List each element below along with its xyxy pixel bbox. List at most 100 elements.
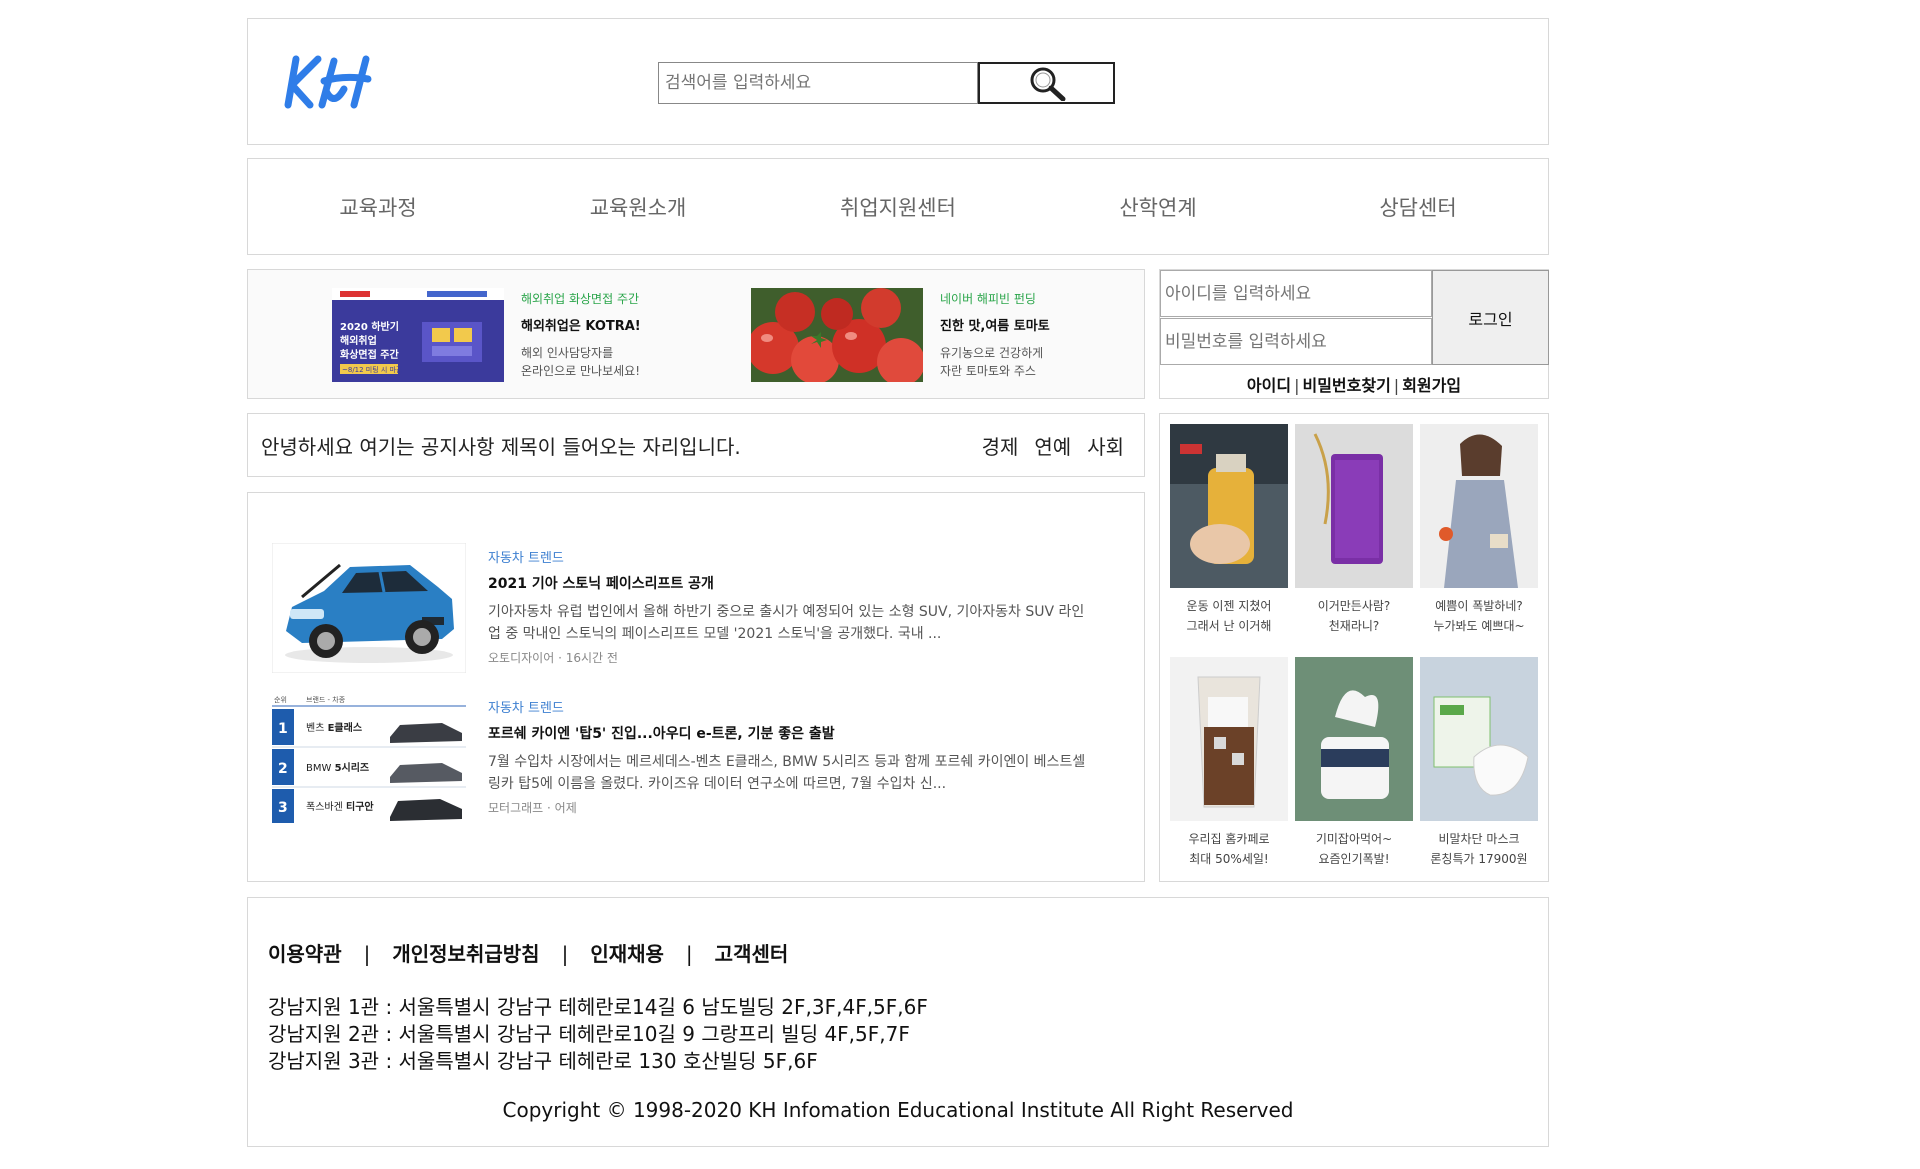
ranking-model: E클래스 <box>328 721 362 734</box>
banner-kotra[interactable]: 2020 하반기 해외취업 화상면접 주간 ~8/12 미팅 시 마감 해외취업… <box>332 288 641 382</box>
nav-item-courses[interactable]: 교육과정 <box>248 192 508 222</box>
face-mask-image <box>1420 657 1538 821</box>
svg-text:BMW 5시리즈: BMW 5시리즈 <box>306 761 369 774</box>
banner-desc: 해외 인사담당자를 온라인으로 만나보세요! <box>521 346 641 378</box>
shop-item[interactable]: 예쁨이 폭발하네? 누가봐도 예쁘대~ <box>1420 424 1538 636</box>
article-title[interactable]: 포르쉐 카이엔 '탑5' 진입...아우디 e-트론, 기분 좋은 출발 <box>488 723 1088 743</box>
ranking-number: 3 <box>278 800 288 816</box>
main-nav: 교육과정 교육원소개 취업지원센터 산학연계 상담센터 <box>247 158 1549 255</box>
article-title[interactable]: 2021 기아 스토닉 페이스리프트 공개 <box>488 573 1088 593</box>
shop-caption: 운동 이젠 지쳤어 그래서 난 이거해 <box>1186 599 1272 633</box>
search-icon <box>1030 67 1065 101</box>
notice-categories: 경제 연예 사회 <box>982 431 1124 460</box>
shop-item[interactable]: 이거만든사람? 천재라니? <box>1295 424 1413 636</box>
news-article[interactable]: 순위 브랜드 - 차종 1 벤츠 E클래스 2 BMW 5시리즈 3 폭스바겐 … <box>272 693 1102 823</box>
ranking-brand: 벤츠 <box>306 722 324 734</box>
shopping-panel: 운동 이젠 지쳤어 그래서 난 이거해 이거만든사람? 천재라니? 예쁨이 폭발… <box>1159 413 1549 882</box>
article-summary: 7월 수입차 시장에서는 메르세데스-벤츠 E클래스, BMW 5시리즈 등과 … <box>488 754 1086 792</box>
careers-link[interactable]: 인재채용 <box>590 942 664 966</box>
login-button[interactable]: 로그인 <box>1432 270 1549 365</box>
cream-jar-image <box>1295 657 1413 821</box>
shop-caption: 이거만든사람? 천재라니? <box>1317 599 1391 633</box>
shop-item[interactable]: 운동 이젠 지쳤어 그래서 난 이거해 <box>1170 424 1288 636</box>
shop-caption: 우리집 홈카페로 최대 50%세일! <box>1188 832 1270 866</box>
shop-item[interactable]: 기미잡아먹어~ 요즘인기폭발! <box>1295 657 1413 869</box>
article-time: 16시간 전 <box>565 651 618 665</box>
kh-logo-icon <box>284 55 372 109</box>
kotra-banner-image: 2020 하반기 해외취업 화상면접 주간 ~8/12 미팅 시 마감 <box>332 288 504 382</box>
search-bar <box>658 62 1115 104</box>
find-id-link[interactable]: 아이디 <box>1247 376 1291 395</box>
svg-text:폭스바겐 티구안: 폭스바겐 티구안 <box>306 800 374 813</box>
shop-caption: 예쁨이 폭발하네? 누가봐도 예쁘대~ <box>1433 599 1525 633</box>
shop-item[interactable]: 비말차단 마스크 론칭특가 17900원 <box>1420 657 1538 869</box>
svg-text:벤츠 E클래스: 벤츠 E클래스 <box>306 721 362 734</box>
footer-addresses: 강남지원 1관 : 서울특별시 강남구 테헤란로14길 6 남도빌딩 2F,3F… <box>268 994 928 1075</box>
car-image <box>272 543 466 673</box>
article-summary: 기아자동차 유럽 법인에서 올해 하반기 중으로 출시가 예정되어 있는 소형 … <box>488 604 1085 642</box>
article-category: 자동차 트렌드 <box>488 551 564 566</box>
article-meta: 모터그래프 · 어제 <box>488 801 577 815</box>
banner-tomato[interactable]: 네이버 해피빈 펀딩 진한 맛,여름 토마토 유기농으로 건강하게 자란 토마토… <box>751 288 1050 382</box>
ranking-brand: BMW <box>306 763 331 774</box>
category-entertainment[interactable]: 연예 <box>1034 431 1071 460</box>
svg-text:해외취업: 해외취업 <box>340 334 377 347</box>
article-time: 어제 <box>554 801 577 815</box>
nav-item-industry-link[interactable]: 산학연계 <box>1028 192 1288 222</box>
address-line: 강남지원 1관 : 서울특별시 강남구 테헤란로14길 6 남도빌딩 2F,3F… <box>268 995 928 1019</box>
footer-separator: | <box>561 942 569 966</box>
news-panel: 자동차 트렌드 2021 기아 스토닉 페이스리프트 공개 기아자동차 유럽 법… <box>247 492 1145 882</box>
find-password-link[interactable]: 비밀번호찾기 <box>1302 376 1390 395</box>
article-meta: 오토디자이어 · 16시간 전 <box>488 651 618 665</box>
signup-link[interactable]: 회원가입 <box>1402 376 1461 395</box>
ranking-brand: 폭스바겐 <box>306 801 343 813</box>
shop-item[interactable]: 우리집 홈카페로 최대 50%세일! <box>1170 657 1288 869</box>
svg-text:2020 하반기: 2020 하반기 <box>340 320 399 333</box>
tomato-image <box>751 288 923 382</box>
footer-separator: | <box>685 942 693 966</box>
banner-title: 진한 맛,여름 토마토 <box>940 319 1050 334</box>
shop-caption: 기미잡아먹어~ 요즘인기폭발! <box>1315 832 1393 866</box>
shop-caption: 비말차단 마스크 론칭특가 17900원 <box>1430 832 1528 866</box>
article-source: 모터그래프 <box>488 801 544 815</box>
dress-model-image <box>1420 424 1538 588</box>
ranking-number: 2 <box>278 761 288 777</box>
sports-bottle-image <box>1170 424 1288 588</box>
search-input[interactable] <box>658 62 978 104</box>
ranking-header-brand: 브랜드 - 차종 <box>306 695 346 704</box>
login-links: 아이디 | 비밀번호찾기 | 회원가입 <box>1160 372 1548 396</box>
search-button[interactable] <box>978 62 1115 104</box>
password-input[interactable] <box>1160 318 1432 365</box>
svg-text:~8/12 미팅 시 마감: ~8/12 미팅 시 마감 <box>342 365 403 374</box>
banner-tag: 네이버 해피빈 펀딩 <box>940 292 1036 306</box>
terms-link[interactable]: 이용약관 <box>268 942 342 966</box>
ranking-header-rank: 순위 <box>274 696 287 704</box>
banner-title: 해외취업은 KOTRA! <box>521 319 641 334</box>
nav-item-employment-center[interactable]: 취업지원센터 <box>768 192 1028 222</box>
ad-banner: 2020 하반기 해외취업 화상면접 주간 ~8/12 미팅 시 마감 해외취업… <box>247 269 1145 399</box>
article-category: 자동차 트렌드 <box>488 701 564 716</box>
ranking-number: 1 <box>278 721 288 737</box>
nav-item-about[interactable]: 교육원소개 <box>508 192 768 222</box>
notice-bar: 안녕하세요 여기는 공지사항 제목이 들어오는 자리입니다. 경제 연예 사회 <box>247 413 1145 477</box>
cold-brew-coffee-image <box>1170 657 1288 821</box>
nav-item-counseling[interactable]: 상담센터 <box>1288 192 1548 222</box>
address-line: 강남지원 2관 : 서울특별시 강남구 테헤란로10길 9 그랑프리 빌딩 4F… <box>268 1022 910 1046</box>
category-economy[interactable]: 경제 <box>982 431 1019 460</box>
import-car-ranking-image: 순위 브랜드 - 차종 1 벤츠 E클래스 2 BMW 5시리즈 3 폭스바겐 … <box>272 693 466 823</box>
kh-logo[interactable] <box>282 49 382 111</box>
link-separator: | <box>1294 376 1300 395</box>
svg-text:화상면접 주간: 화상면접 주간 <box>340 348 399 361</box>
article-source: 오토디자이어 <box>488 651 555 665</box>
header <box>247 18 1549 145</box>
banner-desc: 유기농으로 건강하게 자란 토마토와 주스 <box>940 346 1044 378</box>
privacy-policy-link[interactable]: 개인정보취급방침 <box>392 942 539 966</box>
ranking-model: 5시리즈 <box>335 761 370 774</box>
link-separator: | <box>1393 376 1400 395</box>
customer-center-link[interactable]: 고객센터 <box>715 942 789 966</box>
category-society[interactable]: 사회 <box>1087 431 1124 460</box>
banner-tag: 해외취업 화상면접 주간 <box>521 292 640 306</box>
notice-title[interactable]: 안녕하세요 여기는 공지사항 제목이 들어오는 자리입니다. <box>261 431 982 460</box>
news-article[interactable]: 자동차 트렌드 2021 기아 스토닉 페이스리프트 공개 기아자동차 유럽 법… <box>272 543 1102 673</box>
user-id-input[interactable] <box>1160 270 1432 317</box>
